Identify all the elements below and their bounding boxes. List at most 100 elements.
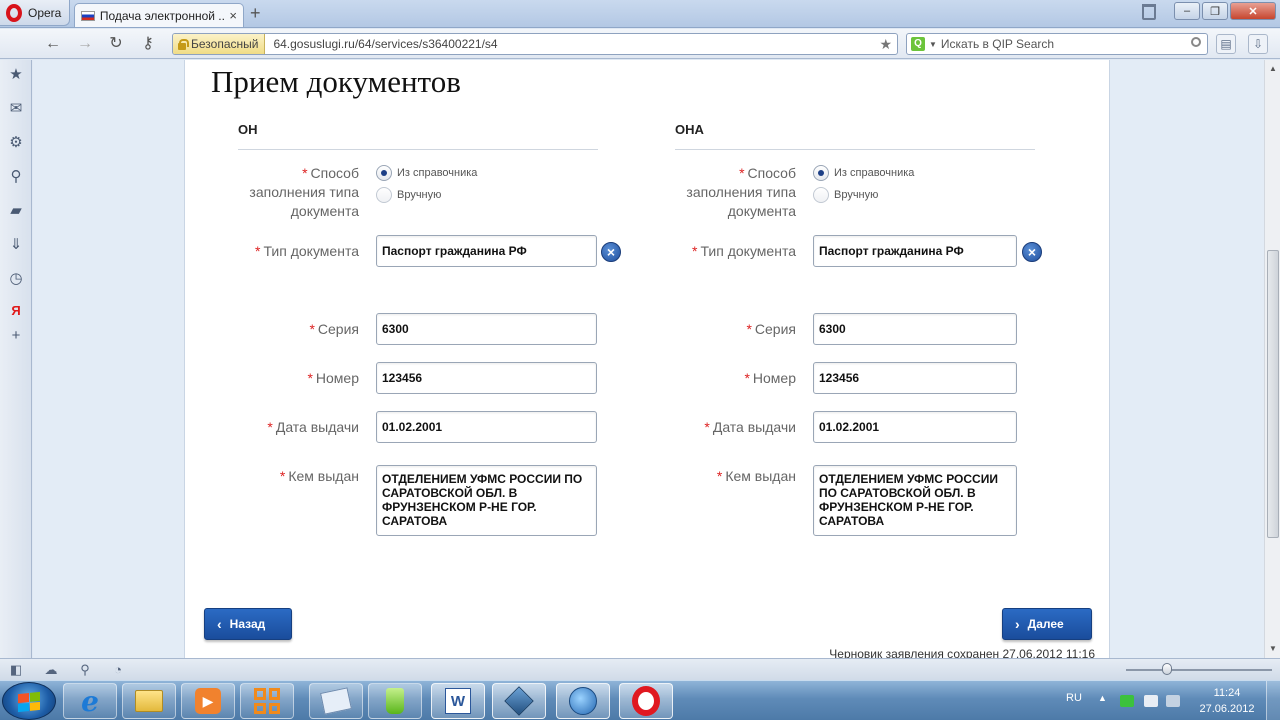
opera-icon[interactable] — [619, 683, 673, 719]
clock-time: 11:24 — [1213, 687, 1241, 699]
doc-type-field[interactable]: Паспорт гражданина РФ — [376, 235, 597, 267]
notes-icon[interactable] — [309, 683, 363, 719]
back-button-label: Назад — [229, 617, 266, 631]
bookmark-star-icon[interactable]: ★ — [879, 36, 892, 53]
gear-icon[interactable]: ⚙ — [7, 134, 25, 152]
number-field[interactable]: 123456 — [376, 362, 597, 394]
number-label: * Номер — [307, 370, 359, 386]
office-tiles-icon[interactable] — [240, 683, 294, 719]
cloud-icon[interactable]: ☁ — [43, 662, 59, 678]
clear-icon[interactable]: × — [1022, 242, 1042, 262]
radio-button-checked[interactable] — [813, 165, 829, 181]
radio-from-directory[interactable]: Из справочника — [813, 165, 914, 181]
radio-from-directory[interactable]: Из справочника — [376, 165, 477, 181]
windows-logo-icon — [18, 691, 40, 713]
media-player-icon[interactable]: ▶ — [181, 683, 235, 719]
system-clock[interactable]: 11:24 27.06.2012 — [1196, 685, 1258, 717]
yandex-icon[interactable]: Я — [7, 302, 25, 320]
note-icon[interactable]: ▰ — [7, 202, 25, 220]
zoom-slider-knob[interactable] — [1162, 663, 1172, 675]
word-icon[interactable]: W — [431, 683, 485, 719]
zoom-slider[interactable] — [1126, 669, 1272, 671]
start-button[interactable] — [2, 682, 56, 720]
qip-search-icon[interactable]: Q — [911, 37, 925, 51]
opera-menu-button[interactable]: Opera — [0, 0, 70, 26]
fill-method-label: * Способ заполнения типа документа — [249, 165, 359, 219]
plus-icon[interactable]: + — [7, 327, 25, 345]
form-content: Прием документов ОН * Способ заполнения т… — [184, 60, 1110, 658]
minimize-button[interactable]: – — [1174, 2, 1200, 20]
url-text[interactable]: 64.gosuslugi.ru/64/services/s36400221/s4 — [265, 37, 497, 51]
doc-type-field[interactable]: Паспорт гражданина РФ — [813, 235, 1017, 267]
vertical-scrollbar[interactable]: ▲ ▼ — [1264, 60, 1280, 658]
clear-icon[interactable]: × — [601, 242, 621, 262]
number-field[interactable]: 123456 — [813, 362, 1017, 394]
series-field[interactable]: 6300 — [813, 313, 1017, 345]
mail-icon[interactable]: ✉ — [7, 100, 25, 118]
show-desktop-button[interactable] — [1266, 681, 1280, 720]
radio-manual[interactable]: Вручную — [376, 187, 441, 203]
restore-button[interactable]: ❐ — [1202, 2, 1228, 20]
page-title: Прием документов — [211, 64, 461, 99]
issue-date-field[interactable]: 01.02.2001 — [813, 411, 1017, 443]
chevron-down-icon[interactable]: ▼ — [929, 40, 937, 49]
issue-date-field[interactable]: 01.02.2001 — [376, 411, 597, 443]
issue-date-label: * Дата выдачи — [704, 419, 796, 435]
tab-close-icon[interactable]: × — [229, 8, 237, 23]
tray-expand-icon[interactable]: ▲ — [1098, 693, 1107, 703]
new-tab-button[interactable]: + — [250, 4, 261, 22]
scroll-thumb[interactable] — [1267, 250, 1279, 538]
back-arrow-icon[interactable]: ← — [44, 35, 62, 53]
radio-manual[interactable]: Вручную — [813, 187, 878, 203]
network-activity-icon[interactable] — [1120, 695, 1134, 707]
green-app-icon[interactable] — [368, 683, 422, 719]
reload-icon[interactable]: ↻ — [107, 35, 125, 53]
radio-label: Из справочника — [397, 167, 478, 179]
address-bar[interactable]: Безопасный 64.gosuslugi.ru/64/services/s… — [172, 33, 898, 55]
star-icon[interactable]: ★ — [7, 66, 25, 84]
panel-toggle-icon[interactable]: ◧ — [8, 662, 24, 678]
forward-arrow-icon[interactable]: → — [76, 35, 94, 53]
browser-tab[interactable]: Подача электронной ... × — [74, 3, 244, 27]
lock-icon — [177, 38, 189, 50]
page-tools-icon[interactable]: ▤ — [1216, 34, 1236, 54]
magnifier-icon[interactable] — [1191, 37, 1201, 47]
radio-button-unchecked[interactable] — [376, 187, 392, 203]
key-icon[interactable]: ⚷ — [139, 35, 157, 53]
search-placeholder: Искать в QIP Search — [940, 37, 1055, 51]
share-icon[interactable]: ⚲ — [7, 168, 25, 186]
scroll-down-icon[interactable]: ▼ — [1269, 644, 1277, 653]
internet-explorer-icon[interactable]: e — [63, 683, 117, 719]
language-indicator[interactable]: RU — [1066, 692, 1082, 704]
downloads-icon[interactable]: ⇩ — [1248, 34, 1268, 54]
radio-label: Вручную — [397, 189, 442, 201]
issued-by-label: * Кем выдан — [716, 468, 796, 484]
radio-button-checked[interactable] — [376, 165, 392, 181]
search-field[interactable]: Q ▼ Искать в QIP Search — [906, 33, 1208, 55]
issued-by-field[interactable]: ОТДЕЛЕНИЕМ УФМС РОССИИ ПО САРАТОВСКОЙ ОБ… — [376, 465, 597, 536]
signal-icon[interactable] — [1166, 695, 1180, 707]
unite-icon[interactable]: ⚲ — [77, 662, 93, 678]
draft-saved-note: Черновик заявления сохранен 27.06.2012 1… — [829, 647, 1095, 658]
trash-icon[interactable] — [1142, 4, 1156, 20]
scroll-up-icon[interactable]: ▲ — [1269, 64, 1277, 73]
number-label: * Номер — [744, 370, 796, 386]
radio-button-unchecked[interactable] — [813, 187, 829, 203]
issued-by-field[interactable]: ОТДЕЛЕНИЕМ УФМС РОССИИ ПО САРАТОВСКОЙ ОБ… — [813, 465, 1017, 536]
next-button-label: Далее — [1027, 617, 1064, 631]
history-icon[interactable]: ◷ — [7, 270, 25, 288]
turbo-icon[interactable]: ◔ — [110, 662, 126, 678]
close-window-button[interactable]: ✕ — [1230, 2, 1276, 20]
file-explorer-icon[interactable] — [122, 683, 176, 719]
next-button[interactable]: › Далее — [1002, 608, 1092, 640]
fill-method-label: * Способ заполнения типа документа — [686, 165, 796, 219]
thunderbird-icon[interactable] — [556, 683, 610, 719]
radio-label: Вручную — [834, 189, 879, 201]
back-button[interactable]: ‹ Назад — [204, 608, 292, 640]
security-badge[interactable]: Безопасный — [173, 34, 266, 54]
issued-by-label: * Кем выдан — [279, 468, 359, 484]
device-icon[interactable] — [1144, 695, 1158, 707]
virtualbox-icon[interactable] — [492, 683, 546, 719]
download-icon[interactable]: ⇓ — [7, 236, 25, 254]
series-field[interactable]: 6300 — [376, 313, 597, 345]
